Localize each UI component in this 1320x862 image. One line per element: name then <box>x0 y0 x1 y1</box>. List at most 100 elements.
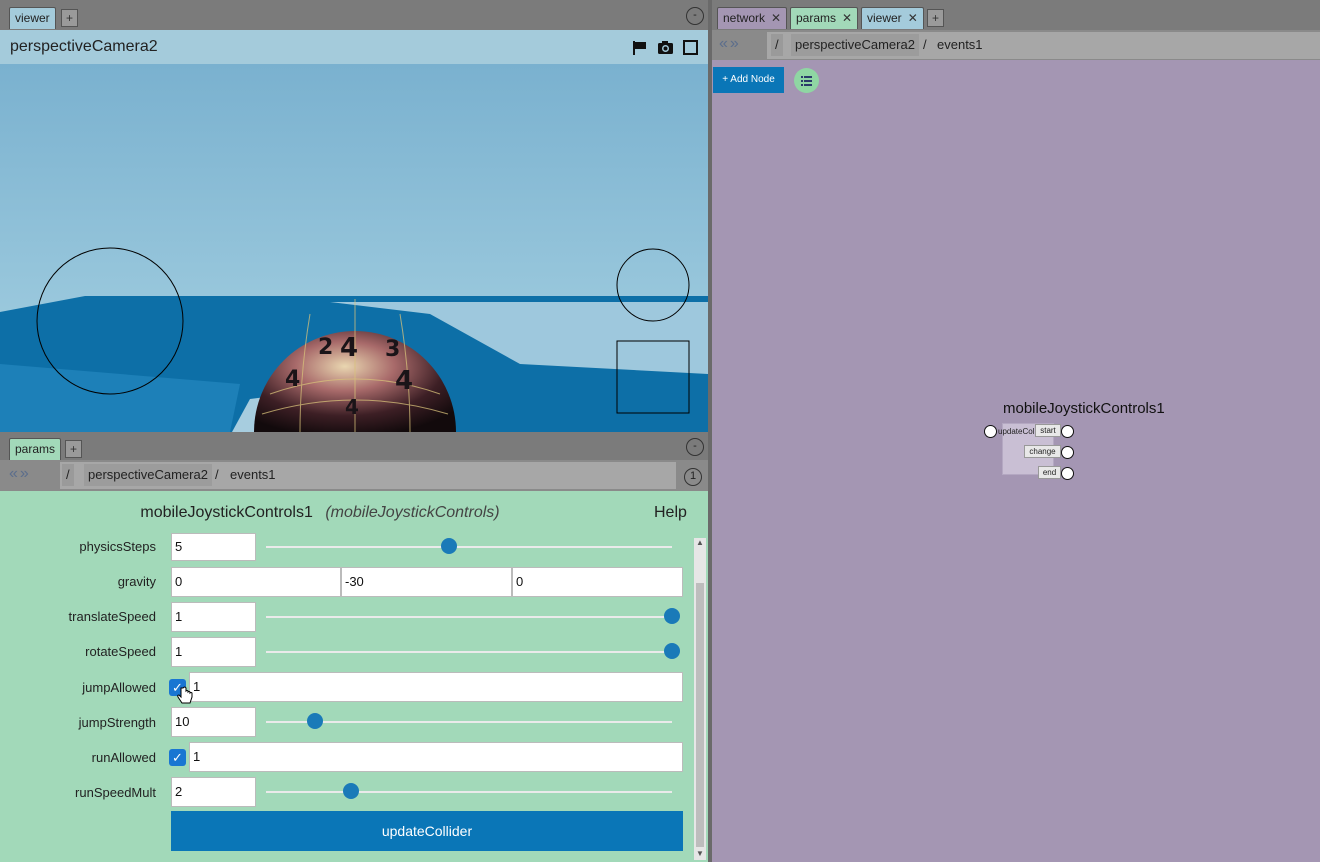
close-icon[interactable]: ✕ <box>771 11 781 25</box>
output-port-change[interactable] <box>1061 446 1074 459</box>
node-counter[interactable]: 1 <box>684 468 702 486</box>
add-tab-button[interactable]: + <box>61 9 78 27</box>
svg-text:2: 2 <box>318 335 333 360</box>
tab-viewer-right[interactable]: viewer ✕ <box>861 7 924 29</box>
gravity-z-input[interactable]: 0 <box>512 567 683 597</box>
runSpeedMult-input[interactable]: 2 <box>171 777 256 807</box>
runAllowed-checkbox[interactable]: ✓ <box>169 749 186 766</box>
list-icon <box>801 76 812 86</box>
params-breadcrumb-bar: «» / perspectiveCamera2 / events1 1 <box>0 460 708 492</box>
physicsSteps-slider-thumb[interactable] <box>440 538 457 554</box>
tab-params-right[interactable]: params ✕ <box>790 7 859 29</box>
network-editor[interactable]: + Add Node mobileJoystickControls1 updat… <box>712 60 1320 862</box>
runAllowed-input[interactable]: 1 <box>189 742 683 772</box>
breadcrumb-camera[interactable]: perspectiveCamera2 <box>84 464 212 486</box>
gravity-x-input[interactable]: 0 <box>171 567 341 597</box>
svg-text:4: 4 <box>395 366 413 396</box>
scroll-down-icon[interactable]: ▼ <box>696 849 704 858</box>
params-panel: mobileJoystickControls1 (mobileJoystickC… <box>0 491 708 862</box>
tab-viewer[interactable]: viewer <box>9 7 56 29</box>
breadcrumb-sep: / <box>215 467 219 482</box>
scroll-thumb[interactable] <box>696 583 704 847</box>
output-port-start[interactable] <box>1061 425 1074 438</box>
translateSpeed-input[interactable]: 1 <box>171 602 256 632</box>
hand-cursor-icon <box>176 686 194 709</box>
gravity-y-input[interactable]: -30 <box>341 567 512 597</box>
breadcrumb-camera[interactable]: perspectiveCamera2 <box>791 34 919 56</box>
params-scrollbar[interactable]: ▲ ▼ <box>694 538 706 860</box>
viewer-header: perspectiveCamera2 <box>0 30 708 64</box>
svg-text:4: 4 <box>340 333 358 363</box>
label-rotateSpeed: rotateSpeed <box>85 644 156 659</box>
physicsSteps-slider-track[interactable] <box>266 546 672 548</box>
svg-text:3: 3 <box>385 337 400 362</box>
runSpeedMult-slider-track[interactable] <box>266 791 672 793</box>
translateSpeed-slider-thumb[interactable] <box>664 608 680 624</box>
list-view-button[interactable] <box>794 68 819 93</box>
network-tabbar: network ✕ params ✕ viewer ✕ + <box>712 0 1320 30</box>
label-runAllowed: runAllowed <box>91 750 156 765</box>
label-gravity: gravity <box>117 574 156 589</box>
breadcrumb-events[interactable]: events1 <box>226 464 280 486</box>
viewer-canvas[interactable]: 2 4 3 4 4 4 <box>0 64 708 432</box>
breadcrumb: / perspectiveCamera2 / events1 <box>60 462 676 489</box>
help-link[interactable]: Help <box>654 504 687 522</box>
minimize-panel-button[interactable]: - <box>686 438 704 456</box>
output-label-end: end <box>1038 466 1061 479</box>
tab-network-label: network <box>723 11 766 25</box>
add-tab-button[interactable]: + <box>927 9 944 27</box>
update-collider-button[interactable]: updateCollider <box>171 811 683 851</box>
flag-icon[interactable] <box>632 40 648 59</box>
label-translateSpeed: translateSpeed <box>68 609 156 624</box>
jumpStrength-slider-thumb[interactable] <box>306 713 323 729</box>
jumpStrength-slider-track[interactable] <box>266 721 672 723</box>
tab-viewer-label: viewer <box>867 11 902 25</box>
close-icon[interactable]: ✕ <box>842 11 852 25</box>
jumpAllowed-input[interactable]: 1 <box>189 672 683 702</box>
node-input-port[interactable] <box>984 425 997 438</box>
tab-network[interactable]: network ✕ <box>717 7 788 29</box>
node-title-label: mobileJoystickControls1 <box>1003 400 1165 417</box>
breadcrumb-events[interactable]: events1 <box>933 34 987 56</box>
tab-params-label: params <box>796 11 837 25</box>
minimize-panel-button[interactable]: - <box>686 7 704 25</box>
output-label-change: change <box>1024 445 1061 458</box>
label-physicsSteps: physicsSteps <box>79 539 156 554</box>
breadcrumb: / perspectiveCamera2 / events1 <box>767 32 1320 59</box>
jumpStrength-input[interactable]: 10 <box>171 707 256 737</box>
params-tabbar: params + - <box>0 432 708 460</box>
label-jumpStrength: jumpStrength <box>78 715 156 730</box>
close-icon[interactable]: ✕ <box>908 11 918 25</box>
breadcrumb-root[interactable]: / <box>771 34 783 56</box>
physicsSteps-input[interactable]: 5 <box>171 533 256 561</box>
translateSpeed-slider-track[interactable] <box>266 616 672 618</box>
history-arrows-icon[interactable]: «» <box>9 465 31 483</box>
scene-render: 2 4 3 4 4 4 <box>0 64 708 432</box>
runSpeedMult-slider-thumb[interactable] <box>343 783 360 799</box>
tab-params[interactable]: params <box>9 438 62 460</box>
label-runSpeedMult: runSpeedMult <box>75 785 156 800</box>
add-tab-button[interactable]: + <box>65 440 82 458</box>
add-node-button[interactable]: + Add Node <box>713 67 784 93</box>
input-label-updateCollider: updateCollider <box>998 427 1036 436</box>
camera-name: perspectiveCamera2 <box>10 38 158 55</box>
rotateSpeed-slider-track[interactable] <box>266 651 672 653</box>
breadcrumb-root[interactable]: / <box>62 464 74 486</box>
output-port-end[interactable] <box>1061 467 1074 480</box>
svg-text:4: 4 <box>345 395 359 419</box>
scroll-up-icon[interactable]: ▲ <box>696 538 704 547</box>
node-type: (mobileJoystickControls) <box>325 504 500 521</box>
fullscreen-icon[interactable] <box>683 40 698 58</box>
node-name: mobileJoystickControls1 <box>140 504 313 521</box>
history-arrows-icon[interactable]: «» <box>719 35 741 53</box>
network-breadcrumb-bar: «» / perspectiveCamera2 / events1 <box>712 30 1320 60</box>
label-jumpAllowed: jumpAllowed <box>82 680 156 695</box>
rotateSpeed-input[interactable]: 1 <box>171 637 256 667</box>
breadcrumb-sep: / <box>923 37 927 52</box>
svg-text:4: 4 <box>285 367 300 392</box>
rotateSpeed-slider-thumb[interactable] <box>664 643 680 659</box>
output-label-start: start <box>1035 424 1061 437</box>
node-title: mobileJoystickControls1 (mobileJoystickC… <box>0 504 640 522</box>
viewer-tabbar: viewer + - <box>0 0 708 30</box>
camera-icon[interactable] <box>657 40 674 58</box>
